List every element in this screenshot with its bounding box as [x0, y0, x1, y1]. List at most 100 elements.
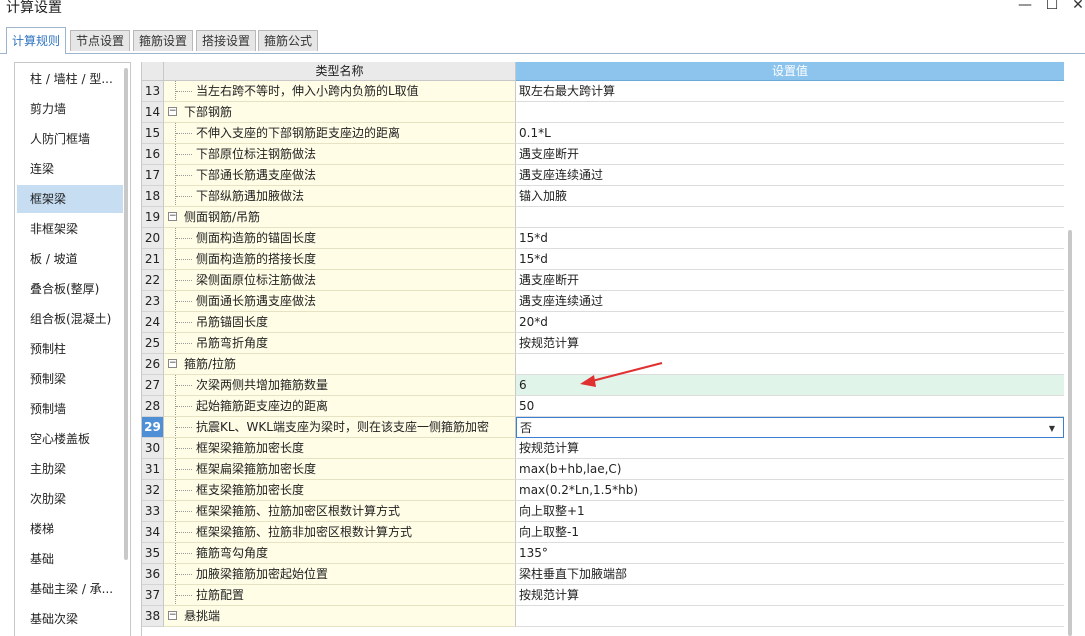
tab-stirrup-settings[interactable]: 箍筋设置 — [133, 30, 194, 51]
sidebar-item[interactable]: 叠合板(整厚) — [17, 275, 123, 303]
setting-name-cell: − 箍筋/拉筋 — [164, 354, 516, 375]
table-row[interactable]: 18 下部纵筋遇加腋做法 锚入加腋 — [142, 186, 1064, 207]
setting-value-cell[interactable] — [516, 606, 1064, 627]
tab-calc-rules[interactable]: 计算规则 — [6, 27, 67, 54]
row-number: 19 — [142, 207, 164, 228]
setting-label: 框架梁箍筋、拉筋加密区根数计算方式 — [196, 504, 401, 518]
setting-value-cell[interactable]: 遇支座连续通过 — [516, 291, 1064, 312]
sidebar-item[interactable]: 主肋梁 — [17, 455, 123, 483]
setting-value-cell[interactable]: max(b+hb,lae,C) — [516, 459, 1064, 480]
table-row[interactable]: 38− 悬挑端 — [142, 606, 1064, 627]
table-row[interactable]: 13 当左右跨不等时，伸入小跨内负筋的L取值 取左右最大跨计算 — [142, 81, 1064, 102]
setting-value-cell[interactable]: 按规范计算 — [516, 438, 1064, 459]
setting-value-cell[interactable]: 遇支座连续通过 — [516, 165, 1064, 186]
sidebar-item[interactable]: 预制柱 — [17, 335, 123, 363]
sidebar-item[interactable]: 基础次梁 — [17, 605, 123, 633]
grid-scrollbar[interactable] — [1068, 230, 1072, 636]
setting-value-cell[interactable]: 15*d — [516, 249, 1064, 270]
table-row[interactable]: 26− 箍筋/拉筋 — [142, 354, 1064, 375]
setting-value-cell[interactable]: 15*d — [516, 228, 1064, 249]
minimize-icon[interactable]: — — [1015, 0, 1035, 13]
tab-node-settings[interactable]: 节点设置 — [70, 30, 131, 51]
sidebar-item[interactable]: 楼梯 — [17, 515, 123, 543]
sidebar-item[interactable]: 基础主梁 / 承... — [17, 575, 123, 603]
sidebar-item[interactable]: 连梁 — [17, 155, 123, 183]
setting-value-cell[interactable]: 按规范计算 — [516, 585, 1064, 606]
table-row[interactable]: 20 侧面构造筋的锚固长度 15*d — [142, 228, 1064, 249]
table-row[interactable]: 32 框支梁箍筋加密长度 max(0.2*Ln,1.5*hb) — [142, 480, 1064, 501]
component-list: 柱 / 墙柱 / 型... 剪力墙 人防门框墙 连梁 框架梁 非框架梁板 / 坡道 叠合板(… — [14, 62, 131, 636]
row-number: 22 — [142, 270, 164, 291]
table-row[interactable]: 31 框架扁梁箍筋加密长度 max(b+hb,lae,C) — [142, 459, 1064, 480]
table-row[interactable]: 29 抗震KL、WKL端支座为梁时，则在该支座一侧箍筋加密否 ▼ — [142, 417, 1064, 438]
close-icon[interactable]: ✕ — [1068, 0, 1085, 13]
setting-value-cell[interactable]: 取左右最大跨计算 — [516, 81, 1064, 102]
setting-value-cell[interactable] — [516, 354, 1064, 375]
tree-connector — [176, 259, 192, 260]
table-row[interactable]: 37 拉筋配置 按规范计算 — [142, 585, 1064, 606]
sidebar-item[interactable]: 人防门框墙 — [17, 125, 123, 153]
setting-label: 吊筋锚固长度 — [196, 315, 269, 329]
setting-value-cell[interactable]: 梁柱垂直下加腋端部 — [516, 564, 1064, 585]
setting-value-cell[interactable]: 20*d — [516, 312, 1064, 333]
table-row[interactable]: 33 框架梁箍筋、拉筋加密区根数计算方式 向上取整+1 — [142, 501, 1064, 522]
maximize-icon[interactable]: ☐ — [1042, 0, 1062, 13]
table-row[interactable]: 19− 侧面钢筋/吊筋 — [142, 207, 1064, 228]
sidebar-item[interactable]: 板 / 坡道 — [17, 245, 123, 273]
setting-value-cell[interactable]: 0.1*L — [516, 123, 1064, 144]
tree-connector — [176, 343, 192, 344]
sidebar-item[interactable]: 柱 / 墙柱 / 型... — [17, 65, 123, 93]
table-row[interactable]: 25 吊筋弯折角度 按规范计算 — [142, 333, 1064, 354]
sidebar-item[interactable]: 非框架梁 — [17, 215, 123, 243]
table-row[interactable]: 16 下部原位标注钢筋做法 遇支座断开 — [142, 144, 1064, 165]
table-row[interactable]: 22 梁侧面原位标注筋做法 遇支座断开 — [142, 270, 1064, 291]
collapse-icon[interactable]: − — [168, 107, 177, 116]
chevron-down-icon[interactable]: ▼ — [1049, 418, 1055, 437]
table-row[interactable]: 24 吊筋锚固长度 20*d — [142, 312, 1064, 333]
setting-value-cell[interactable] — [516, 207, 1064, 228]
setting-value: 135° — [519, 546, 548, 560]
table-row[interactable]: 15 不伸入支座的下部钢筋距支座边的距离 0.1*L — [142, 123, 1064, 144]
tab-stirrup-formula[interactable]: 箍筋公式 — [258, 30, 319, 51]
setting-label: 当左右跨不等时，伸入小跨内负筋的L取值 — [196, 84, 419, 98]
row-number: 35 — [142, 543, 164, 564]
setting-value: 按规范计算 — [519, 441, 580, 455]
tab-lap-settings[interactable]: 搭接设置 — [196, 30, 257, 51]
sidebar-item[interactable]: 框架梁 — [17, 185, 123, 213]
collapse-icon[interactable]: − — [168, 359, 177, 368]
sidebar-item[interactable]: 空心楼盖板 — [17, 425, 123, 453]
collapse-icon[interactable]: − — [168, 611, 177, 620]
setting-value-cell[interactable]: 135° — [516, 543, 1064, 564]
sidebar-scrollbar[interactable] — [124, 68, 128, 560]
setting-value-cell[interactable]: 遇支座断开 — [516, 270, 1064, 291]
setting-value-cell[interactable]: 按规范计算 — [516, 333, 1064, 354]
row-number: 21 — [142, 249, 164, 270]
setting-value-cell[interactable] — [516, 102, 1064, 123]
table-row[interactable]: 30 框架梁箍筋加密长度 按规范计算 — [142, 438, 1064, 459]
setting-value-cell[interactable]: max(0.2*Ln,1.5*hb) — [516, 480, 1064, 501]
sidebar-item[interactable]: 次肋梁 — [17, 485, 123, 513]
setting-value-cell[interactable]: 遇支座断开 — [516, 144, 1064, 165]
sidebar-item[interactable]: 基础 — [17, 545, 123, 573]
table-row[interactable]: 21 侧面构造筋的搭接长度 15*d — [142, 249, 1064, 270]
setting-value-select[interactable]: 否 ▼ — [516, 417, 1064, 438]
table-row[interactable]: 27 次梁两侧共增加箍筋数量 6 — [142, 375, 1064, 396]
table-row[interactable]: 28 起始箍筋距支座边的距离 50 — [142, 396, 1064, 417]
table-row[interactable]: 23 侧面通长筋遇支座做法 遇支座连续通过 — [142, 291, 1064, 312]
sidebar-item[interactable]: 组合板(混凝土) — [17, 305, 123, 333]
sidebar-item[interactable]: 剪力墙 — [17, 95, 123, 123]
table-row[interactable]: 14− 下部钢筋 — [142, 102, 1064, 123]
sidebar-item[interactable]: 预制墙 — [17, 395, 123, 423]
setting-value-cell[interactable]: 50 — [516, 396, 1064, 417]
setting-value-cell[interactable]: 6 — [516, 375, 1064, 396]
collapse-icon[interactable]: − — [168, 212, 177, 221]
table-row[interactable]: 35 箍筋弯勾角度 135° — [142, 543, 1064, 564]
table-row[interactable]: 34 框架梁箍筋、拉筋非加密区根数计算方式 向上取整-1 — [142, 522, 1064, 543]
setting-value-cell[interactable]: 向上取整+1 — [516, 501, 1064, 522]
setting-value-cell[interactable]: 锚入加腋 — [516, 186, 1064, 207]
setting-value-cell[interactable]: 向上取整-1 — [516, 522, 1064, 543]
table-row[interactable]: 36 加腋梁箍筋加密起始位置 梁柱垂直下加腋端部 — [142, 564, 1064, 585]
tree-connector — [176, 595, 192, 596]
table-row[interactable]: 17 下部通长筋遇支座做法 遇支座连续通过 — [142, 165, 1064, 186]
sidebar-item[interactable]: 预制梁 — [17, 365, 123, 393]
